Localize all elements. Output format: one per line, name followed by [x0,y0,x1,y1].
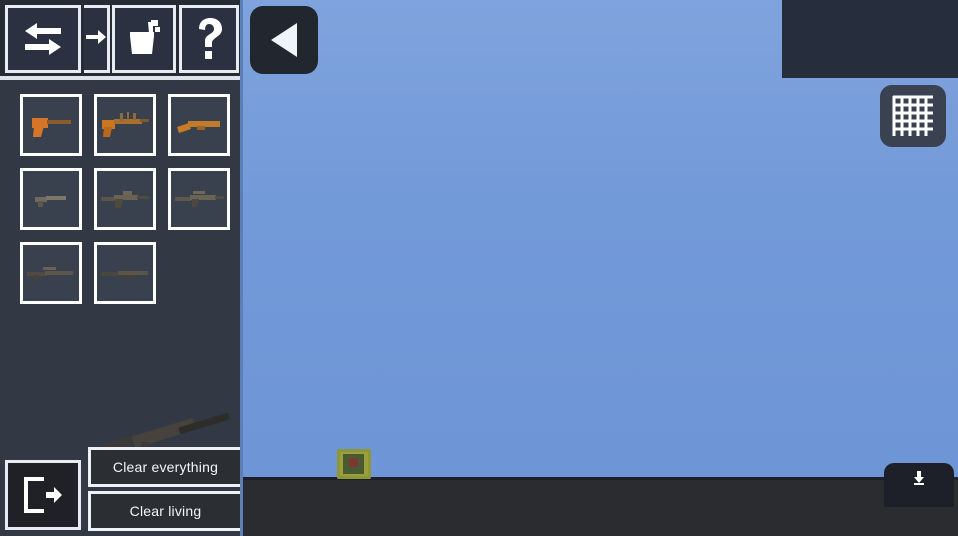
sidebar-edge-highlight [240,0,243,536]
collapse-panel-button[interactable] [250,6,318,74]
weapon-row [20,168,230,230]
play-left-triangle-icon [267,21,301,59]
swap-tool-button[interactable] [5,5,81,73]
assault-rifle-icon [99,188,151,210]
weapon-cell-pistol[interactable] [20,94,82,156]
playback-panel [782,0,958,78]
swap-arrows-icon [21,21,65,57]
weapon-cell-battle-rifle[interactable] [168,168,230,230]
sidebar-toolbar [0,0,243,80]
weapon-cell-machine-pistol[interactable] [20,168,82,230]
toolbar-divider [0,76,243,80]
weapon-cell-submachine-gun[interactable] [94,94,156,156]
paint-bucket-icon [124,18,164,60]
shotgun-icon [99,264,151,282]
block-entity-marker [349,458,358,467]
weapon-cell-sniper-rifle[interactable] [20,242,82,304]
weapon-cell-sawed-off[interactable] [168,94,230,156]
sawed-off-icon [175,114,223,136]
game-screen: Clear everything Clear living [0,0,958,536]
pistol-icon [28,112,74,138]
left-sidebar: Clear everything Clear living [0,0,243,536]
clear-actions-group: Clear everything Clear living [88,447,243,531]
exit-button[interactable] [5,460,81,530]
weapon-row [20,242,230,304]
weapon-grid [20,94,230,316]
weapon-cell-assault-rifle[interactable] [94,168,156,230]
exit-door-icon [22,475,64,515]
clear-living-button[interactable]: Clear living [88,491,243,531]
battle-rifle-icon [173,189,225,209]
arrow-right-icon [85,27,106,51]
weapon-row [20,94,230,156]
grid-toggle-button[interactable] [880,85,946,147]
download-icon [911,470,927,486]
help-tool-button[interactable] [179,5,239,73]
smg-icon [100,111,150,139]
download-button[interactable] [884,463,954,507]
sniper-rifle-icon [25,264,77,282]
weapon-cell-shotgun[interactable] [94,242,156,304]
machine-pistol-icon [31,190,71,208]
block-entity[interactable] [337,449,371,479]
clear-everything-button[interactable]: Clear everything [88,447,243,487]
tab-tool-button[interactable] [84,5,110,73]
paint-tool-button[interactable] [112,5,176,73]
grid-icon [892,95,934,137]
question-mark-icon [193,17,225,61]
